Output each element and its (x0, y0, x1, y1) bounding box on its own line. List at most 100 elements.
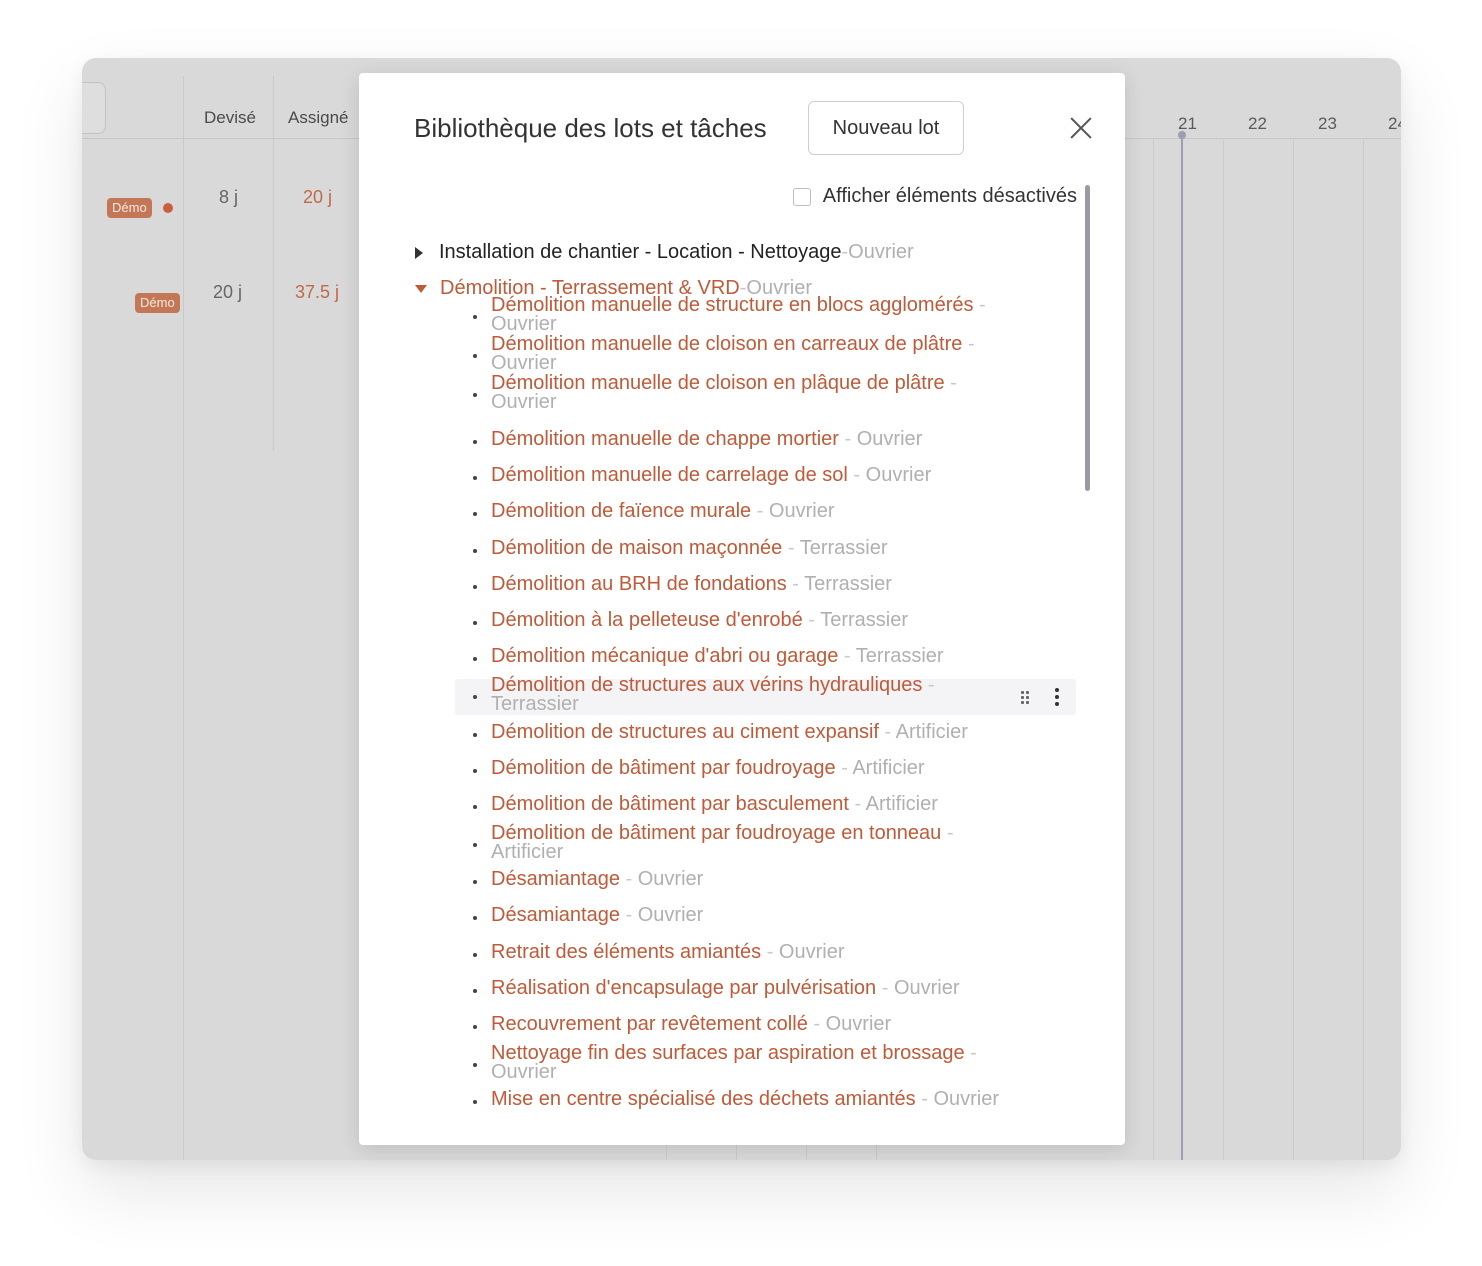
task-role: Ouvrier (491, 391, 557, 413)
task-item[interactable]: Nettoyage fin des surfaces par aspiratio… (455, 1042, 1015, 1083)
separator: - (964, 1042, 977, 1064)
task-role: Terrassier (491, 693, 579, 715)
status-dot (163, 203, 173, 213)
bullet (473, 916, 477, 920)
task-role: Terrassier (855, 645, 944, 667)
bullet (473, 354, 477, 358)
task-role: Artificier (852, 757, 925, 779)
demo-badge: Démo (135, 293, 180, 313)
show-disabled-toggle[interactable]: Afficher éléments désactivés (792, 185, 1077, 208)
task-name: Démolition de structures au ciment expan… (491, 721, 879, 743)
task-role: Ouvrier (778, 941, 845, 963)
lot-role: Ouvrier (848, 241, 914, 263)
task-item[interactable]: Démolition de bâtiment par foudroyage en… (455, 823, 1015, 863)
task-text: Démolition de bâtiment par foudroyage en… (491, 823, 1011, 863)
new-lot-button[interactable]: Nouveau lot (808, 101, 964, 155)
assigne-value: 37.5 j (295, 282, 340, 302)
task-role: Terrassier (799, 537, 888, 559)
separator: - (802, 609, 821, 631)
bullet (473, 1063, 477, 1067)
gantt-gridline (1293, 138, 1294, 1160)
task-name: Démolition manuelle de cloison en plâque… (491, 372, 945, 394)
column-header-devise[interactable]: Devisé (204, 108, 256, 128)
separator: - (944, 372, 957, 394)
separator: - (876, 977, 894, 999)
task-item[interactable]: Retrait des éléments amiantés - Ouvrier (455, 937, 1015, 973)
task-name: Démolition au BRH de fondations (491, 573, 787, 595)
show-disabled-checkbox[interactable] (792, 187, 811, 206)
task-text: Démolition de bâtiment par basculement -… (491, 794, 1011, 814)
task-name: Nettoyage fin des surfaces par aspiratio… (491, 1042, 965, 1064)
task-name: Démolition manuelle de chappe mortier (491, 428, 839, 450)
task-item[interactable]: Démolition de bâtiment par basculement -… (455, 789, 1015, 825)
task-role: Artificier (895, 721, 968, 743)
lot-name: Installation de chantier - Location - Ne… (439, 241, 842, 263)
task-name: Recouvrement par revêtement collé (491, 1013, 808, 1035)
gantt-gridline (1363, 138, 1364, 1160)
bullet (473, 657, 477, 661)
separator: - (751, 500, 769, 522)
task-name: Démolition de maison maçonnée (491, 537, 783, 559)
scrollbar-thumb[interactable] (1085, 185, 1090, 491)
task-item[interactable]: Désamiantage - Ouvrier (455, 900, 1015, 936)
task-item[interactable]: Démolition de maison maçonnée - Terrassi… (455, 533, 1015, 569)
task-text: Démolition de maison maçonnée - Terrassi… (491, 538, 1011, 558)
separator: - (838, 645, 856, 667)
task-text: Démolition de structures au ciment expan… (491, 722, 1011, 742)
close-icon[interactable] (1070, 117, 1092, 139)
task-name: Démolition manuelle de cloison en carrea… (491, 333, 963, 355)
task-role: Artificier (491, 841, 564, 863)
task-text: Démolition de faïence murale - Ouvrier (491, 501, 1011, 521)
task-item[interactable]: Démolition au BRH de fondations - Terras… (455, 569, 1015, 605)
separator: - (847, 464, 866, 486)
task-role: Terrassier (804, 573, 892, 595)
task-item[interactable]: Démolition de faïence murale - Ouvrier (455, 496, 1015, 532)
show-disabled-label: Afficher éléments désactivés (822, 185, 1077, 207)
task-item[interactable]: Démolition manuelle de cloison en plâque… (455, 372, 1015, 413)
task-item[interactable]: Démolition de bâtiment par foudroyage - … (455, 753, 1015, 789)
bullet (473, 621, 477, 625)
task-item[interactable]: Démolition manuelle de structure en bloc… (455, 295, 1015, 335)
assigne-value: 20 j (303, 187, 333, 207)
task-text: Démolition manuelle de cloison en plâque… (491, 372, 1011, 413)
library-modal: Bibliothèque des lots et tâches Nouveau … (359, 73, 1125, 1145)
day-label: 24 (1388, 114, 1401, 133)
task-name: Mise en centre spécialisé des déchets am… (491, 1088, 916, 1110)
task-item[interactable]: Démolition à la pelleteuse d'enrobé - Te… (455, 605, 1015, 641)
task-item[interactable]: Recouvrement par revêtement collé - Ouvr… (455, 1009, 1015, 1045)
task-item[interactable]: Désamiantage - Ouvrier (455, 864, 1015, 900)
task-text: Démolition manuelle de carrelage de sol … (491, 465, 1011, 485)
more-options-icon[interactable] (1055, 688, 1059, 706)
task-text: Désamiantage - Ouvrier (491, 905, 1011, 925)
bullet (473, 989, 477, 993)
separator: - (838, 428, 857, 450)
task-item[interactable]: Démolition de structures aux vérins hydr… (455, 675, 1076, 715)
task-text: Démolition manuelle de chappe mortier - … (491, 429, 1011, 449)
task-item[interactable]: Mise en centre spécialisé des déchets am… (455, 1084, 1015, 1120)
task-text: Démolition de bâtiment par foudroyage - … (491, 758, 1011, 778)
task-role: Ouvrier (637, 868, 704, 890)
bullet (473, 549, 477, 553)
task-item[interactable]: Démolition mécanique d'abri ou garage - … (455, 641, 1015, 677)
caret-right-icon[interactable] (415, 246, 423, 259)
task-item[interactable]: Démolition de structures au ciment expan… (455, 717, 1015, 753)
separator: - (841, 241, 849, 263)
search-box[interactable] (82, 82, 106, 134)
task-text: Nettoyage fin des surfaces par aspiratio… (491, 1042, 1011, 1083)
separator: - (878, 721, 896, 743)
separator: - (973, 294, 986, 316)
caret-down-icon[interactable] (415, 284, 427, 293)
task-name: Démolition de bâtiment par foudroyage (491, 757, 836, 779)
task-item[interactable]: Démolition manuelle de chappe mortier - … (455, 424, 1015, 460)
drag-handle-icon[interactable] (1021, 691, 1031, 704)
task-name: Réalisation d'encapsulage par pulvérisat… (491, 977, 877, 999)
task-item[interactable]: Réalisation d'encapsulage par pulvérisat… (455, 973, 1015, 1009)
bullet (473, 315, 477, 319)
task-item[interactable]: Démolition manuelle de cloison en carrea… (455, 334, 1015, 374)
task-text: Retrait des éléments amiantés - Ouvrier (491, 942, 1011, 962)
task-item[interactable]: Démolition manuelle de carrelage de sol … (455, 460, 1015, 496)
lot-item[interactable]: Installation de chantier - Location - Ne… (415, 241, 914, 264)
column-header-assigne[interactable]: Assigné (288, 108, 348, 128)
task-role: Ouvrier (491, 1061, 557, 1083)
gantt-gridline (1153, 138, 1154, 1160)
